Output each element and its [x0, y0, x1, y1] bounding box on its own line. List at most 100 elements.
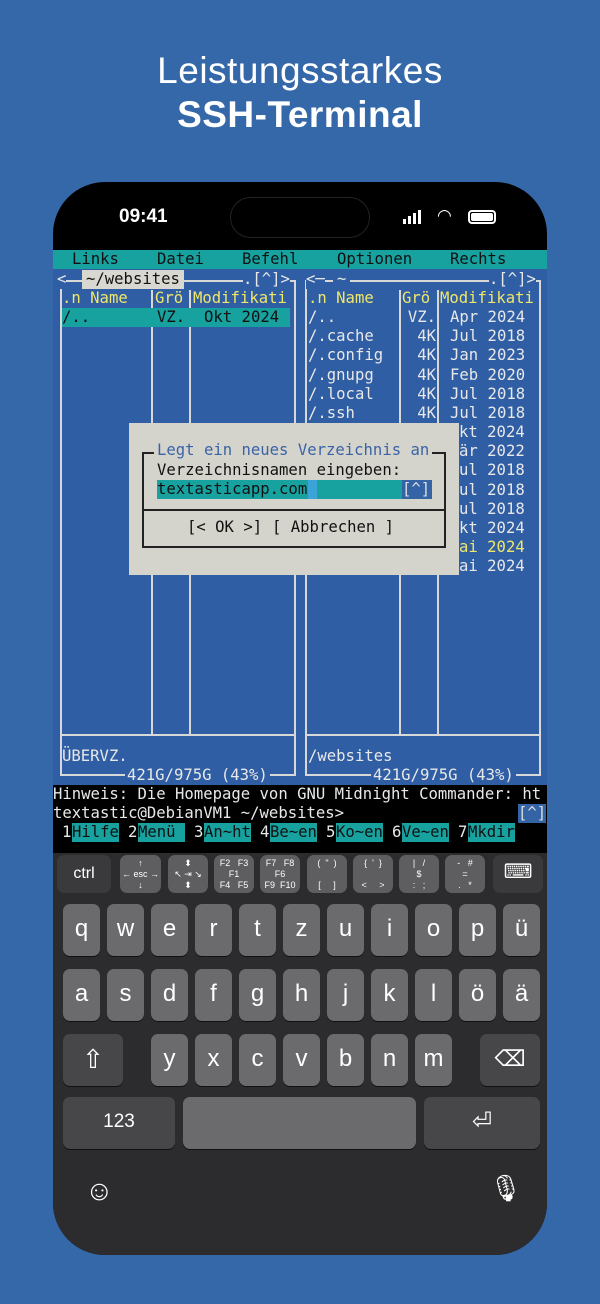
menu-links[interactable]: Links — [72, 250, 119, 269]
mkdir-dialog: Legt ein neues Verzeichnis an Verzeichni… — [129, 423, 459, 575]
key-k[interactable]: k — [371, 969, 408, 1021]
file-name[interactable]: /.gnupg — [308, 366, 374, 385]
fkey-an~ht[interactable]: An~ht — [204, 823, 251, 843]
file-date: Jul 2018 — [450, 384, 526, 403]
prompt-history-button[interactable]: [^] — [518, 804, 547, 824]
key-c[interactable]: c — [239, 1034, 276, 1086]
microphone-icon[interactable]: 🎙 — [489, 1173, 522, 1204]
key-b[interactable]: b — [327, 1034, 364, 1086]
brackets-key[interactable]: ( " ) [ ] — [307, 855, 347, 893]
file-name[interactable]: /.cache — [308, 327, 374, 346]
file-date-partial: ai 2024 — [459, 557, 525, 576]
fkey-ve~en[interactable]: Ve~en — [402, 823, 449, 843]
fkey-be~en[interactable]: Be~en — [270, 823, 317, 843]
hint-line: Hinweis: Die Homepage von GNU Midnight C… — [53, 785, 542, 803]
dynamic-island — [230, 197, 370, 238]
numbers-key[interactable]: 123 — [63, 1097, 175, 1149]
file-size: 4K — [417, 365, 436, 384]
cancel-button[interactable]: [ Abbrechen ] — [272, 518, 394, 537]
key-w[interactable]: w — [107, 904, 144, 956]
space-key[interactable] — [183, 1097, 416, 1149]
left-disk-stats: 421G/975G (43%) — [125, 766, 270, 786]
ok-button[interactable]: [< OK >] — [187, 518, 262, 537]
key-h[interactable]: h — [283, 969, 320, 1021]
key-q[interactable]: q — [63, 904, 100, 956]
file-name[interactable]: /.ssh — [308, 404, 355, 423]
fkey-number: 4 — [260, 823, 270, 841]
tab-arrows-key[interactable]: ⬍ ↖ ⇥ ↘ ⬍ — [168, 855, 208, 893]
terminal[interactable]: Links Datei Befehl Optionen Rechts < ~/w… — [53, 250, 547, 853]
file-name[interactable]: /.local — [308, 385, 374, 404]
fkey-ko~en[interactable]: Ko~en — [336, 823, 383, 843]
key-a[interactable]: a — [63, 969, 100, 1021]
keyboard-dismiss-icon[interactable]: ⌨ — [493, 855, 543, 893]
key-t[interactable]: t — [239, 904, 276, 956]
fkey-menü[interactable]: Menü — [138, 823, 185, 843]
keyboard: ctrl ↑ ← esc → ↓ ⬍ ↖ ⇥ ↘ ⬍ F2 F3 F1 F4 F5 F7… — [53, 853, 547, 1255]
key-r[interactable]: r — [195, 904, 232, 956]
emoji-icon[interactable]: ☺ — [85, 1175, 114, 1207]
file-date-partial: ul 2018 — [459, 499, 525, 518]
key-m[interactable]: m — [415, 1034, 452, 1086]
headline-bold: SSH-Terminal — [177, 94, 423, 135]
dirname-input[interactable]: textasticapp.com [^] — [157, 480, 432, 500]
key-u[interactable]: u — [327, 904, 364, 956]
braces-key[interactable]: { ' } < > — [353, 855, 393, 893]
file-size: 4K — [417, 327, 436, 346]
mc-menubar: Links Datei Befehl Optionen Rechts — [53, 250, 547, 269]
key-s[interactable]: s — [107, 969, 144, 1021]
f6-f10-key[interactable]: F7 F8 F6 F9 F10 — [260, 855, 300, 893]
equals-key[interactable]: - # = . * — [445, 855, 485, 893]
key-p[interactable]: p — [459, 904, 496, 956]
fkey-mkdir[interactable]: Mkdir — [468, 823, 515, 843]
shift-key[interactable]: ⇧ — [63, 1034, 123, 1086]
key-j[interactable]: j — [327, 969, 364, 1021]
key-i[interactable]: i — [371, 904, 408, 956]
key-ü[interactable]: ü — [503, 904, 540, 956]
fkey-number: 7 — [458, 823, 468, 841]
text-cursor — [308, 480, 317, 499]
fkey-number: 2 — [128, 823, 138, 841]
file-size: 4K — [417, 384, 436, 403]
dollar-key[interactable]: | / $ : ; — [399, 855, 439, 893]
key-l[interactable]: l — [415, 969, 452, 1021]
key-ö[interactable]: ö — [459, 969, 496, 1021]
fkey-hilfe[interactable]: Hilfe — [72, 823, 119, 843]
menu-befehl[interactable]: Befehl — [242, 250, 298, 269]
file-name[interactable]: /.config — [308, 346, 383, 365]
menu-rechts[interactable]: Rechts — [450, 250, 506, 269]
key-o[interactable]: o — [415, 904, 452, 956]
key-x[interactable]: x — [195, 1034, 232, 1086]
f1-f5-key[interactable]: F2 F3 F1 F4 F5 — [214, 855, 254, 893]
shell-prompt[interactable]: textastic@DebianVM1 ~/websites> — [53, 804, 344, 823]
file-size: 4K — [417, 346, 436, 365]
dialog-title: Legt ein neues Verzeichnis an — [154, 441, 433, 461]
menu-datei[interactable]: Datei — [157, 250, 204, 269]
file-date-partial: är 2022 — [459, 442, 525, 461]
key-v[interactable]: v — [283, 1034, 320, 1086]
menu-optionen[interactable]: Optionen — [337, 250, 412, 269]
key-g[interactable]: g — [239, 969, 276, 1021]
arrows-esc-key[interactable]: ↑ ← esc → ↓ — [120, 855, 161, 893]
file-date-partial: kt 2024 — [459, 519, 525, 537]
delete-key[interactable]: ⌫ — [480, 1034, 540, 1086]
file-date: Jul 2018 — [450, 404, 526, 422]
file-date-partial: ul 2018 — [459, 480, 525, 499]
key-ä[interactable]: ä — [503, 969, 540, 1021]
key-d[interactable]: d — [151, 969, 188, 1021]
fkey-number: 1 — [62, 823, 72, 841]
key-f[interactable]: f — [195, 969, 232, 1021]
input-history-button[interactable]: [^] — [402, 480, 432, 500]
key-e[interactable]: e — [151, 904, 188, 956]
ctrl-key[interactable]: ctrl — [57, 855, 111, 893]
key-y[interactable]: y — [151, 1034, 188, 1086]
right-panel-corner[interactable]: .[^]> — [489, 270, 536, 290]
key-n[interactable]: n — [371, 1034, 408, 1086]
file-size: VZ. — [407, 308, 436, 326]
key-z[interactable]: z — [283, 904, 320, 956]
command-area[interactable]: Hinweis: Die Homepage von GNU Midnight C… — [53, 785, 547, 853]
fkey-number: 3 — [194, 823, 204, 841]
left-panel-corner[interactable]: .[^]> — [243, 270, 290, 290]
file-name[interactable]: /.. — [308, 308, 336, 327]
return-key[interactable]: ⏎ — [424, 1097, 540, 1149]
